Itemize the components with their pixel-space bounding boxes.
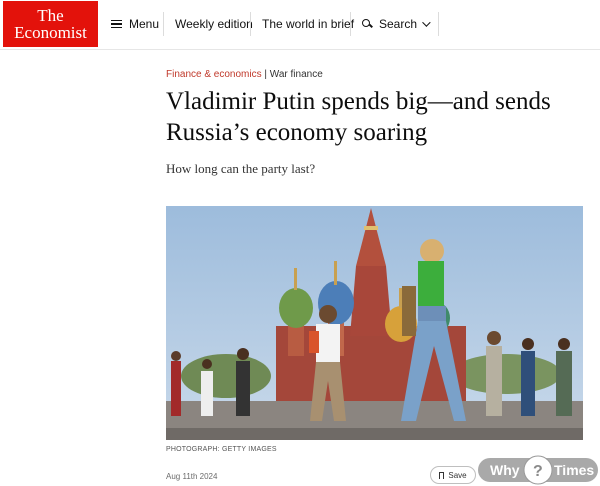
breadcrumb-separator: | xyxy=(264,69,267,80)
save-button[interactable]: Save xyxy=(430,466,476,484)
economist-logo[interactable]: The Economist xyxy=(3,1,98,47)
article-headline: Vladimir Putin spends big—and sends Russ… xyxy=(166,88,551,146)
bookmark-icon xyxy=(439,471,445,479)
menu-label: Menu xyxy=(129,17,160,31)
search-button[interactable]: Search xyxy=(362,0,431,48)
whytimes-watermark: Why ? Times xyxy=(478,455,598,485)
nav-divider xyxy=(250,12,251,36)
save-label: Save xyxy=(448,470,467,480)
weekly-edition-link[interactable]: Weekly edition xyxy=(175,0,253,48)
watermark-text-left: Why xyxy=(490,462,520,478)
watermark-question-mark: ? xyxy=(533,463,543,480)
article-subheadline: How long can the party last? xyxy=(166,161,316,176)
weekly-edition-label: Weekly edition xyxy=(175,17,253,31)
publish-date: Aug 11th 2024 xyxy=(166,472,218,481)
breadcrumb: Finance & economics | War finance xyxy=(166,69,323,80)
nav-divider xyxy=(163,12,164,36)
photo-credit: PHOTOGRAPH: GETTY IMAGES xyxy=(166,446,277,453)
watermark-text-right: Times xyxy=(554,462,594,478)
world-in-brief-link[interactable]: The world in brief xyxy=(262,0,354,48)
menu-button[interactable]: Menu xyxy=(111,0,159,48)
nav-divider xyxy=(350,12,351,36)
chevron-down-icon xyxy=(422,18,431,27)
search-label: Search xyxy=(379,17,418,31)
logo-line-1: The xyxy=(37,6,64,25)
logo-line-2: Economist xyxy=(14,23,87,42)
site-header: The Economist Menu Weekly edition The wo… xyxy=(0,0,600,50)
search-icon xyxy=(362,19,373,29)
breadcrumb-section-link[interactable]: Finance & economics xyxy=(166,69,262,80)
breadcrumb-subsection-link[interactable]: War finance xyxy=(270,69,323,80)
article-photo xyxy=(166,206,583,440)
nav-divider xyxy=(438,12,439,36)
menu-icon xyxy=(111,19,122,29)
world-in-brief-label: The world in brief xyxy=(262,17,355,31)
